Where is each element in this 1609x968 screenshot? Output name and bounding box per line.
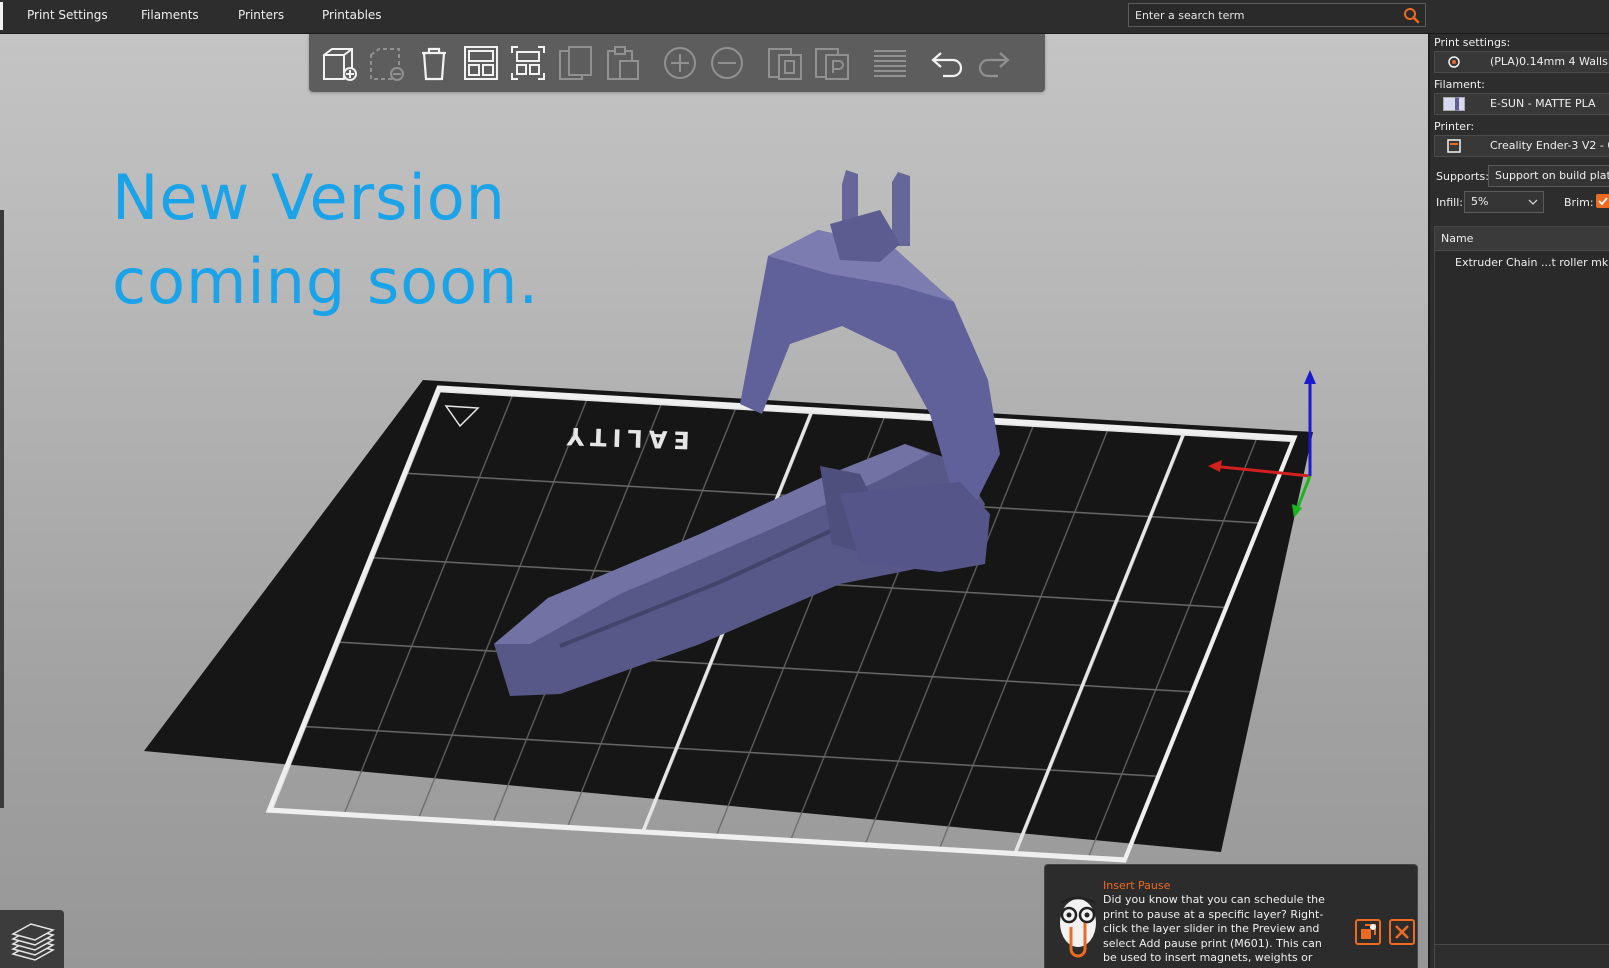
split-objects-button[interactable] bbox=[764, 42, 806, 84]
hint-title: Insert Pause bbox=[1103, 879, 1171, 892]
filament-color-icon bbox=[1443, 97, 1465, 111]
window-edge-marker bbox=[0, 2, 3, 30]
object-toolbar bbox=[309, 34, 1045, 92]
chevron-down-icon bbox=[1528, 199, 1538, 205]
search-box bbox=[1128, 3, 1426, 27]
filament-value: E-SUN - MATTE PLA bbox=[1490, 97, 1596, 110]
search-icon[interactable] bbox=[1401, 5, 1423, 25]
menu-bar: Print Settings Filaments Printers Printa… bbox=[0, 0, 1609, 34]
add-object-icon bbox=[323, 48, 357, 81]
hint-documentation-button[interactable] bbox=[1355, 919, 1381, 945]
documentation-icon bbox=[1361, 924, 1376, 939]
print-profile-icon bbox=[1443, 55, 1465, 69]
infill-select[interactable]: 5% bbox=[1464, 191, 1544, 213]
split-parts-icon bbox=[815, 48, 849, 80]
close-icon bbox=[1395, 925, 1409, 939]
arrange-selection-icon bbox=[511, 46, 545, 80]
tab-printers[interactable]: Printers bbox=[238, 0, 284, 30]
settings-sidebar: Print settings: (PLA)0.14mm 4 Walls Co F… bbox=[1428, 34, 1609, 968]
arrange-icon bbox=[464, 46, 498, 80]
object-list: Name Extruder Chain ...t roller mk2.S bbox=[1434, 226, 1609, 956]
delete-object-icon bbox=[370, 48, 404, 81]
add-instance-button[interactable] bbox=[659, 42, 701, 84]
print-settings-value: (PLA)0.14mm 4 Walls Co bbox=[1490, 55, 1609, 68]
search-input[interactable] bbox=[1135, 5, 1397, 25]
undo-icon bbox=[931, 52, 963, 78]
promo-text: New Version coming soon. bbox=[112, 156, 539, 324]
infill-label: Infill: bbox=[1436, 196, 1463, 209]
paste-icon bbox=[607, 46, 639, 80]
split-parts-button[interactable] bbox=[811, 42, 853, 84]
supports-label: Supports: bbox=[1436, 170, 1489, 183]
arrange-button[interactable] bbox=[460, 42, 502, 84]
plus-circle-icon bbox=[664, 47, 696, 79]
promo-line-1: New Version bbox=[112, 161, 506, 234]
redo-icon bbox=[978, 52, 1010, 78]
object-list-header[interactable]: Name bbox=[1435, 227, 1609, 251]
tab-printables[interactable]: Printables bbox=[322, 0, 382, 30]
checkmark-icon bbox=[1598, 197, 1608, 206]
trash-icon bbox=[422, 47, 446, 81]
print-settings-combo[interactable]: (PLA)0.14mm 4 Walls Co bbox=[1434, 51, 1609, 73]
split-objects-icon bbox=[768, 48, 802, 80]
delete-all-button[interactable] bbox=[413, 42, 455, 84]
printer-combo[interactable]: Creality Ender-3 V2 - 0.4 bbox=[1434, 135, 1609, 157]
tab-filaments[interactable]: Filaments bbox=[141, 0, 199, 30]
redo-button[interactable] bbox=[973, 42, 1015, 84]
minus-circle-icon bbox=[711, 47, 743, 79]
add-object-button[interactable] bbox=[319, 42, 361, 84]
3d-viewport[interactable]: EALITY New Version coming soon. Insert P… bbox=[0, 34, 1428, 968]
filament-label: Filament: bbox=[1434, 78, 1485, 91]
hint-notification: Insert Pause Did you know that you can s… bbox=[1044, 864, 1418, 968]
layer-stack-icon bbox=[11, 923, 55, 961]
paste-button[interactable] bbox=[601, 42, 643, 84]
supports-select[interactable]: Support on build plate bbox=[1488, 165, 1609, 187]
copy-icon bbox=[559, 46, 592, 80]
tab-print-settings[interactable]: Print Settings bbox=[27, 0, 108, 30]
printer-value: Creality Ender-3 V2 - 0.4 bbox=[1490, 139, 1609, 152]
undo-button[interactable] bbox=[926, 42, 968, 84]
remove-instance-button[interactable] bbox=[706, 42, 748, 84]
brim-label: Brim: bbox=[1564, 196, 1594, 209]
printer-icon bbox=[1443, 139, 1465, 153]
print-settings-label: Print settings: bbox=[1434, 36, 1511, 49]
copy-button[interactable] bbox=[554, 42, 596, 84]
promo-line-2: coming soon. bbox=[112, 245, 540, 318]
filament-combo[interactable]: E-SUN - MATTE PLA bbox=[1434, 93, 1609, 115]
variable-layer-height-button[interactable] bbox=[869, 42, 911, 84]
bed-logo-text: EALITY bbox=[560, 422, 690, 454]
printer-label: Printer: bbox=[1434, 120, 1475, 133]
arrange-selection-button[interactable] bbox=[507, 42, 549, 84]
brim-checkbox[interactable] bbox=[1596, 194, 1609, 208]
preview-toggle-button[interactable] bbox=[0, 910, 64, 968]
sidebar-bottom-panel bbox=[1434, 944, 1609, 968]
hint-mascot-icon bbox=[1060, 896, 1096, 958]
hint-body: Did you know that you can schedule the p… bbox=[1103, 893, 1325, 968]
infill-value: 5% bbox=[1471, 195, 1489, 208]
object-list-item[interactable]: Extruder Chain ...t roller mk2.S bbox=[1435, 251, 1609, 274]
layers-icon bbox=[874, 50, 906, 77]
hint-close-button[interactable] bbox=[1389, 919, 1415, 945]
delete-object-button[interactable] bbox=[366, 42, 408, 84]
